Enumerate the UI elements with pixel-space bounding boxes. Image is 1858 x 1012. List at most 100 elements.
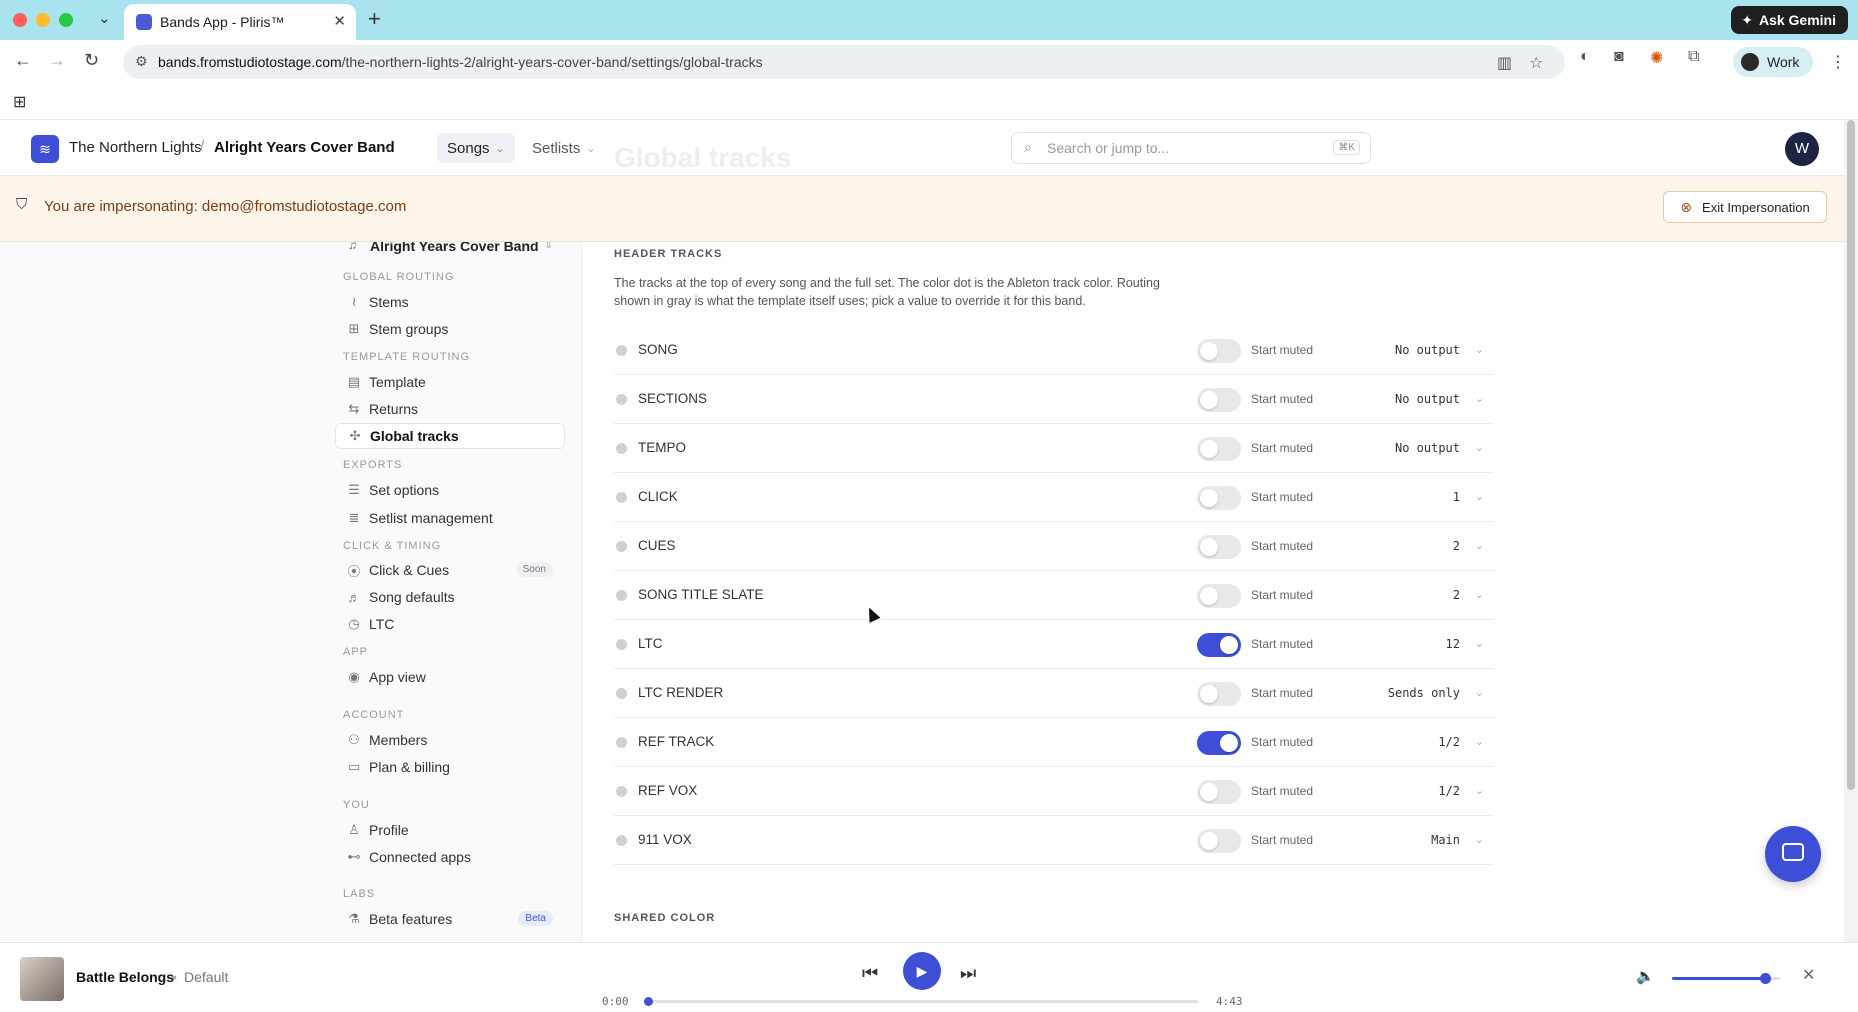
- back-arrow-icon[interactable]: ←: [14, 50, 32, 71]
- chevron-down-icon[interactable]: ⌄: [1475, 686, 1484, 699]
- reload-icon[interactable]: ↻: [84, 50, 99, 71]
- start-muted-toggle[interactable]: [1197, 682, 1241, 706]
- tab-search-chevron-icon[interactable]: ⌄: [98, 9, 111, 27]
- sidebar-item-song-defaults[interactable]: ♬ Song defaults: [335, 584, 565, 610]
- output-select[interactable]: No output: [1395, 441, 1460, 455]
- sidebar-item-plan-billing[interactable]: ▭ Plan & billing: [335, 754, 565, 780]
- sidebar-item-ltc[interactable]: ◷ LTC: [335, 611, 565, 637]
- nav-setlists-button[interactable]: Setlists ⌄: [526, 133, 602, 163]
- chevron-down-icon: ⌄: [495, 142, 505, 155]
- sidebar-item-setlist-management[interactable]: ≣ Setlist management: [335, 505, 565, 531]
- address-bar[interactable]: ⚙ bands.fromstudiotostage.com/the-northe…: [123, 45, 1565, 79]
- app-logo-icon[interactable]: ≋: [31, 135, 59, 163]
- player-song-title[interactable]: Battle Belongs: [76, 969, 174, 985]
- close-player-icon[interactable]: ✕: [1802, 965, 1815, 985]
- chevron-down-icon[interactable]: ⌄: [1475, 441, 1484, 454]
- sidebar-item-app-view[interactable]: ◉ App view: [335, 664, 565, 690]
- progress-bar[interactable]: [644, 997, 1198, 1006]
- output-select[interactable]: 2: [1453, 539, 1460, 553]
- volume-slider[interactable]: [1672, 973, 1780, 984]
- start-muted-toggle[interactable]: [1197, 780, 1241, 804]
- output-select[interactable]: 2: [1453, 588, 1460, 602]
- ask-gemini-button[interactable]: ✦ Ask Gemini: [1731, 6, 1848, 34]
- extension-burst-icon[interactable]: ✺: [1650, 48, 1663, 68]
- output-select[interactable]: No output: [1395, 392, 1460, 406]
- progress-knob[interactable]: [644, 997, 653, 1006]
- sidebar-item-stem-groups[interactable]: ⊞ Stem groups: [335, 316, 565, 342]
- user-avatar[interactable]: W: [1785, 132, 1819, 166]
- output-select[interactable]: 1/2: [1438, 735, 1460, 749]
- camera-icon[interactable]: ◙: [1614, 48, 1624, 66]
- sidebar-item-click-cues[interactable]: ⦿ Click & Cues Soon: [335, 557, 565, 583]
- start-muted-label: Start muted: [1251, 343, 1314, 357]
- bookmark-star-icon[interactable]: ☆: [1529, 53, 1543, 73]
- skip-forward-icon[interactable]: ⏭: [960, 963, 976, 984]
- start-muted-toggle[interactable]: [1197, 388, 1241, 412]
- scrollbar-thumb[interactable]: [1847, 120, 1855, 790]
- band-switcher-chevron-icon[interactable]: ⌄: [382, 139, 392, 153]
- window-minimize-button[interactable]: [36, 13, 50, 27]
- site-settings-icon[interactable]: ⚙: [135, 53, 148, 70]
- sidebar-item-stems[interactable]: ≀ Stems: [335, 289, 565, 315]
- reading-mode-icon[interactable]: ▥: [1497, 53, 1512, 73]
- new-tab-icon[interactable]: +: [368, 6, 381, 32]
- chevron-down-icon[interactable]: ⌄: [1475, 784, 1484, 797]
- chevron-updown-icon[interactable]: ⇕: [544, 242, 553, 251]
- start-muted-toggle[interactable]: [1197, 584, 1241, 608]
- chevron-down-icon[interactable]: ⌄: [1475, 392, 1484, 405]
- skip-back-icon[interactable]: ⏮: [862, 963, 878, 984]
- start-muted-toggle[interactable]: [1197, 535, 1241, 559]
- start-muted-toggle[interactable]: [1197, 486, 1241, 510]
- output-select[interactable]: 12: [1446, 637, 1460, 651]
- output-select[interactable]: 1/2: [1438, 784, 1460, 798]
- start-muted-toggle[interactable]: [1197, 339, 1241, 363]
- window-close-button[interactable]: [13, 13, 27, 27]
- chevron-down-icon[interactable]: ⌄: [1475, 833, 1484, 846]
- extension-lens-icon[interactable]: ◐: [1580, 48, 1590, 66]
- sidebar-item-profile[interactable]: ♙ Profile: [335, 817, 565, 843]
- forward-arrow-icon[interactable]: →: [48, 50, 66, 71]
- start-muted-toggle[interactable]: [1197, 633, 1241, 657]
- volume-icon[interactable]: 🔈: [1636, 967, 1655, 985]
- window-zoom-button[interactable]: [59, 13, 73, 27]
- chevron-down-icon[interactable]: ⌄: [1475, 735, 1484, 748]
- chevron-down-icon[interactable]: ⌄: [1475, 588, 1484, 601]
- volume-knob[interactable]: [1759, 973, 1771, 984]
- output-select[interactable]: No output: [1395, 343, 1460, 357]
- start-muted-toggle[interactable]: [1197, 731, 1241, 755]
- chevron-down-icon[interactable]: ⌄: [1475, 539, 1484, 552]
- browser-menu-icon[interactable]: ⋮: [1830, 52, 1846, 72]
- sidebar-item-template[interactable]: ▤ Template: [335, 369, 565, 395]
- profile-button[interactable]: Work: [1733, 47, 1813, 77]
- play-button[interactable]: ▶: [903, 952, 941, 990]
- breadcrumb-band[interactable]: Alright Years Cover Band: [214, 139, 395, 156]
- sidebar-item-beta-features[interactable]: ⚗ Beta features Beta: [335, 906, 565, 932]
- output-select[interactable]: 1: [1453, 490, 1460, 504]
- sidebar-item-label: Stems: [369, 294, 409, 310]
- chevron-down-icon[interactable]: ⌄: [1475, 637, 1484, 650]
- exit-impersonation-button[interactable]: ⊗ Exit Impersonation: [1663, 191, 1827, 223]
- extensions-puzzle-icon[interactable]: ⧉: [1688, 48, 1699, 66]
- sidebar-item-connected-apps[interactable]: ⊷ Connected apps: [335, 844, 565, 870]
- sidebar-item-set-options[interactable]: ☰ Set options: [335, 477, 565, 503]
- sidebar-item-members[interactable]: ⚇ Members: [335, 727, 565, 753]
- chevron-down-icon[interactable]: ⌄: [1475, 490, 1484, 503]
- start-muted-label: Start muted: [1251, 490, 1314, 504]
- tab-close-icon[interactable]: ✕: [333, 12, 346, 30]
- search-input[interactable]: ⌕ Search or jump to... ⌘K: [1011, 132, 1371, 164]
- page-scrollbar[interactable]: [1844, 120, 1858, 942]
- nav-songs-button[interactable]: Songs ⌄: [437, 133, 515, 163]
- sidebar-item-global-tracks[interactable]: ✣ Global tracks: [335, 423, 565, 449]
- output-select[interactable]: Sends only: [1388, 686, 1460, 700]
- sidebar-band-switcher[interactable]: Alright Years Cover Band: [370, 242, 539, 254]
- output-select[interactable]: Main: [1431, 833, 1460, 847]
- breadcrumb-org[interactable]: The Northern Lights: [69, 139, 202, 156]
- start-muted-toggle[interactable]: [1197, 437, 1241, 461]
- chat-button[interactable]: [1765, 826, 1821, 882]
- chevron-down-icon[interactable]: ⌄: [1475, 343, 1484, 356]
- section-you: YOU: [343, 799, 370, 811]
- sidebar-item-returns[interactable]: ⇆ Returns: [335, 396, 565, 422]
- apps-grid-icon[interactable]: ⊞: [13, 92, 26, 112]
- browser-tab[interactable]: Bands App - Pliris™ ✕: [124, 4, 356, 40]
- start-muted-toggle[interactable]: [1197, 829, 1241, 853]
